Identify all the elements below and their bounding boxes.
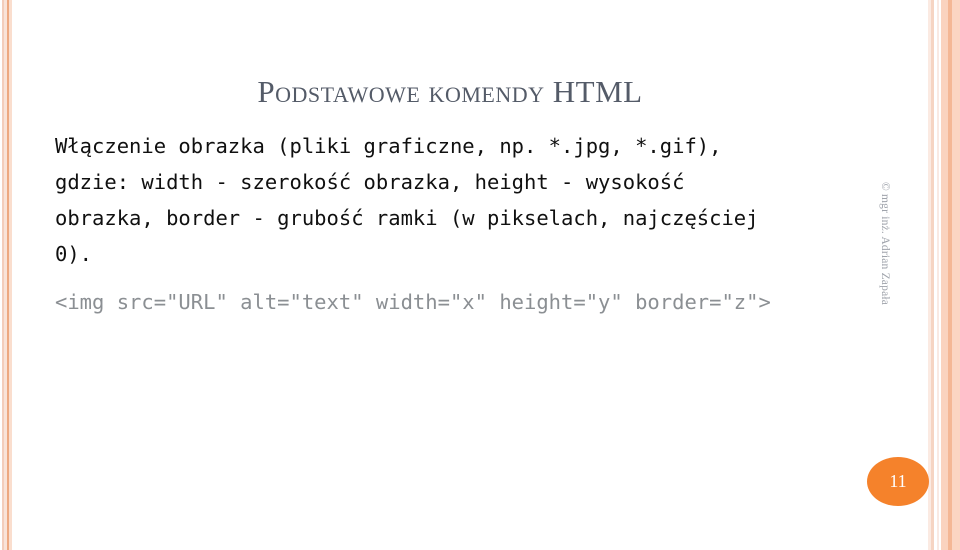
page-number-label: 11 [889, 471, 907, 491]
body-line: obrazka, border - grubość ramki (w pikse… [55, 206, 759, 230]
body-line: Włączenie obrazka (pliki graficzne, np. … [55, 134, 722, 158]
body-line: 0). [55, 242, 93, 266]
right-border-stripe-6 [952, 0, 960, 550]
slide-title: Podstawowe komendy HTML [257, 74, 643, 109]
code-snippet: <img src="URL" alt="text" width="x" heig… [55, 290, 771, 314]
copyright-note: © mgr inż. Adrian Zapała [879, 182, 891, 306]
body-line: gdzie: width - szerokość obrazka, height… [55, 170, 685, 194]
page-number-badge: 11 [867, 457, 929, 506]
slide-body: Włączenie obrazka (pliki graficzne, np. … [55, 128, 845, 320]
right-border-stripe-4 [941, 0, 948, 550]
slide-canvas: Podstawowe komendy HTML Włączenie obrazk… [0, 0, 960, 550]
right-border-stripe-3 [937, 0, 939, 550]
right-border-stripe-2 [931, 0, 934, 550]
